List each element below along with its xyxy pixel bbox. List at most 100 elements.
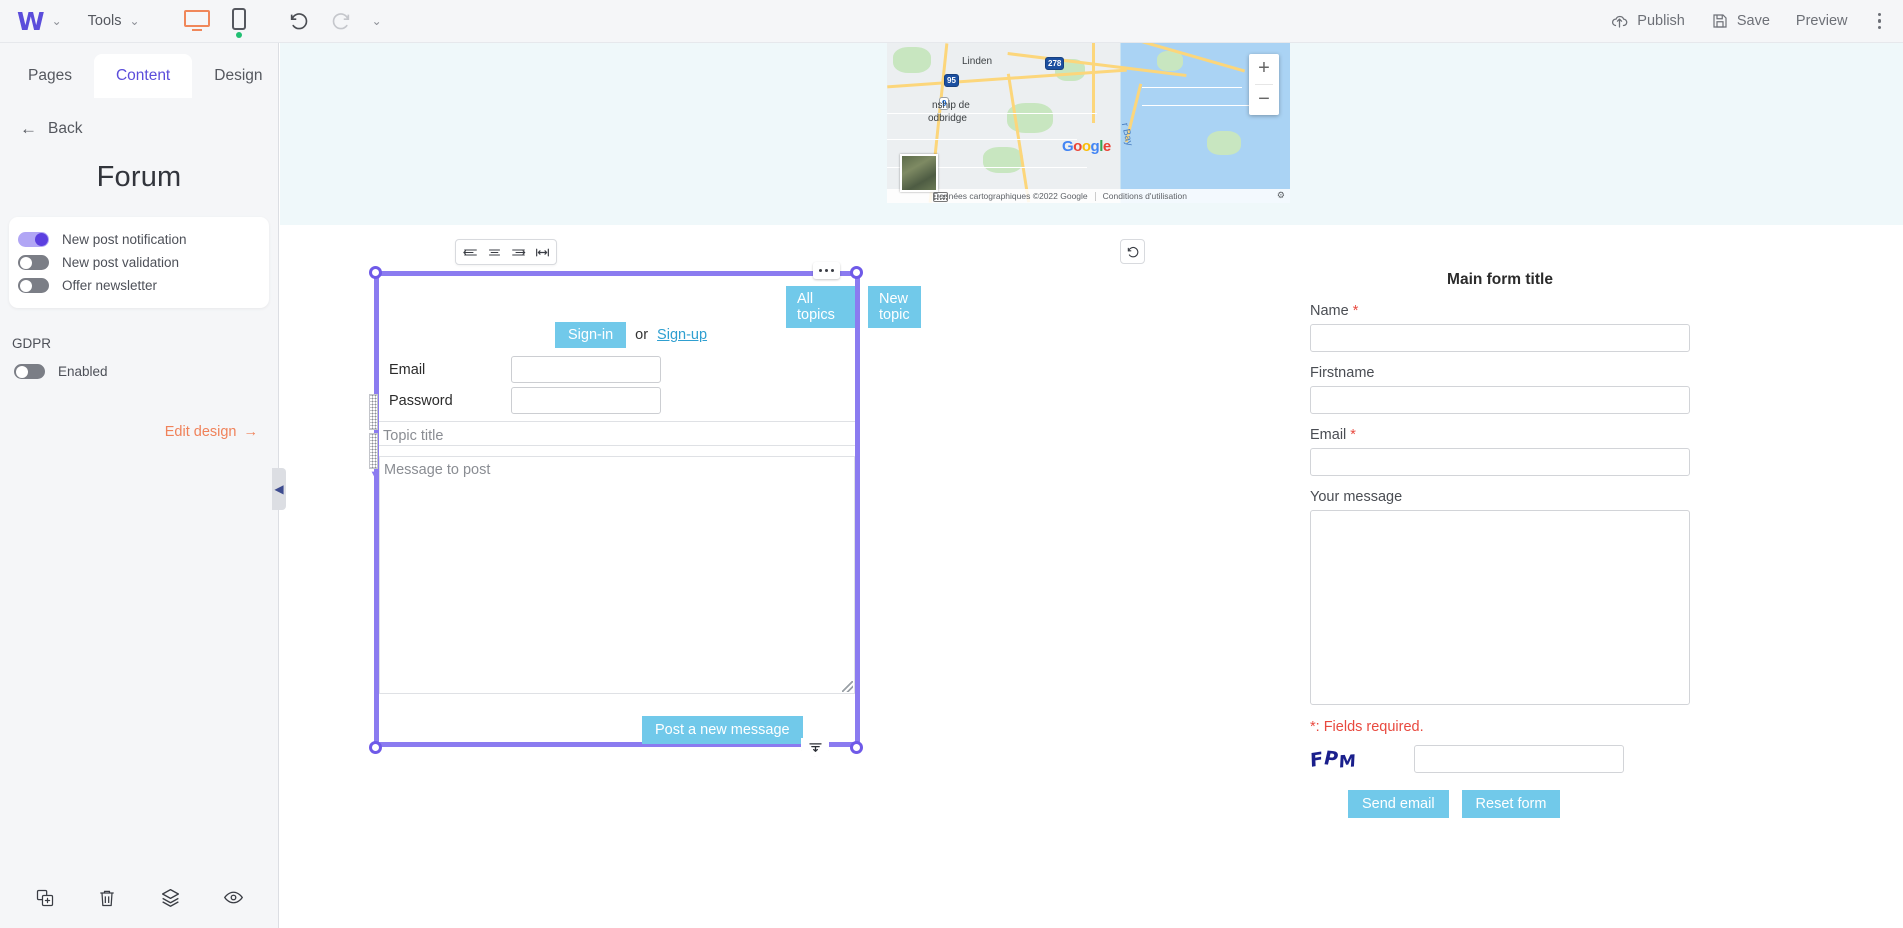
resize-handle-top-left[interactable]	[369, 266, 382, 279]
form-title: Main form title	[1447, 271, 1553, 288]
align-left-icon[interactable]	[459, 241, 481, 263]
map-zoom-in-button[interactable]: +	[1249, 54, 1279, 84]
sidebar-bottom-toolbar	[0, 872, 279, 928]
map-attribution-text: Données cartographiques ©2022 Google	[933, 191, 1088, 201]
toggle-switch[interactable]	[14, 364, 45, 379]
toggle-switch[interactable]	[18, 278, 49, 293]
map-road	[1092, 43, 1095, 123]
divider	[1094, 191, 1096, 201]
trash-icon[interactable]	[97, 888, 117, 913]
toggle-switch[interactable]	[18, 232, 49, 247]
wysiwyg-logo[interactable]: W	[17, 9, 45, 34]
toggle-switch[interactable]	[18, 255, 49, 270]
forum-settings-card: New post notification New post validatio…	[9, 217, 269, 308]
element-align-toolbar	[455, 239, 557, 265]
or-text: or	[635, 327, 649, 343]
tab-content[interactable]: Content	[93, 54, 193, 98]
toggle-label: New post validation	[62, 255, 180, 270]
map-label-linden: Linden	[962, 56, 993, 67]
map-park	[983, 147, 1023, 173]
toggle-new-post-notification[interactable]: New post notification	[9, 228, 269, 251]
captcha-input[interactable]	[1413, 745, 1624, 773]
toggle-gdpr-enabled[interactable]: Enabled	[14, 364, 278, 379]
align-right-icon[interactable]	[507, 241, 529, 263]
publish-button[interactable]: Publish	[1610, 12, 1685, 31]
form-message-textarea[interactable]	[1310, 510, 1690, 705]
duplicate-icon[interactable]	[35, 888, 55, 913]
forum-password-row: Password	[389, 387, 661, 414]
tab-pages[interactable]: Pages	[6, 54, 94, 98]
map-street	[887, 139, 1077, 140]
required-fields-note: *: Fields required.	[1310, 719, 1424, 735]
map-zoom-out-button[interactable]: −	[1249, 85, 1279, 115]
insert-below-handle[interactable]	[801, 738, 829, 757]
resize-handle-bottom-left[interactable]	[369, 741, 382, 754]
reset-rotate-button[interactable]	[1120, 239, 1145, 264]
save-button[interactable]: Save	[1711, 12, 1770, 30]
desktop-view-icon[interactable]	[183, 10, 210, 32]
mobile-view-icon[interactable]	[231, 7, 246, 38]
resize-handle-bottom-right[interactable]	[850, 741, 863, 754]
forum-password-input[interactable]	[511, 387, 661, 414]
fit-width-icon[interactable]	[531, 241, 553, 263]
insert-below-icon	[808, 743, 822, 752]
back-button[interactable]: ← Back	[20, 119, 278, 139]
logo-dropdown-caret[interactable]: ⌄	[52, 14, 62, 28]
reset-rotate-icon	[1127, 246, 1138, 257]
map-label-woodbridge: odbridge	[928, 113, 967, 124]
map-settings-gear-icon[interactable]: ⚙	[1277, 190, 1285, 201]
undo-icon[interactable]	[288, 10, 310, 32]
drag-grip-handle[interactable]	[369, 394, 378, 430]
map-park	[1207, 131, 1241, 155]
grip-caret-icon[interactable]: ▼	[369, 468, 382, 481]
eye-icon[interactable]	[223, 887, 244, 913]
reset-form-button[interactable]: Reset form	[1461, 790, 1561, 818]
cloud-upload-icon	[1612, 15, 1628, 28]
chevron-left-icon: ◀	[274, 482, 284, 496]
sidebar-collapse-handle[interactable]: ◀	[272, 468, 286, 510]
align-center-icon[interactable]	[483, 241, 505, 263]
forum-password-label: Password	[389, 392, 453, 409]
map-highway-shield-95: 95	[944, 74, 959, 87]
form-firstname-input[interactable]	[1310, 386, 1690, 414]
selected-forum-element[interactable]: All topics New topic Sign-in or Sign-up …	[374, 271, 921, 747]
chevron-down-icon: ⌄	[129, 14, 140, 28]
sign-in-button[interactable]: Sign-in	[555, 322, 627, 348]
all-topics-button[interactable]: All topics	[786, 286, 855, 328]
sidebar-tabs: Pages Content Design	[0, 43, 278, 98]
history-dropdown-icon[interactable]: ⌄	[372, 14, 382, 28]
toggle-label: Enabled	[58, 364, 108, 379]
keyboard-shortcuts-icon[interactable]	[933, 192, 948, 202]
sign-up-link[interactable]: Sign-up	[657, 327, 707, 343]
form-name-input[interactable]	[1310, 324, 1690, 352]
toggle-offer-newsletter[interactable]: Offer newsletter	[9, 274, 269, 297]
form-firstname-label: Firstname	[1310, 365, 1375, 381]
redo-icon[interactable]	[330, 10, 352, 32]
post-new-message-button[interactable]: Post a new message	[642, 716, 803, 744]
required-asterisk: *	[1352, 303, 1359, 319]
layers-icon[interactable]	[160, 887, 181, 913]
resize-handle-top-right[interactable]	[850, 266, 863, 279]
edit-design-link[interactable]: Edit design →	[165, 424, 258, 440]
tools-menu[interactable]: Tools ⌄	[88, 13, 140, 29]
toggle-new-post-validation[interactable]: New post validation	[9, 251, 269, 274]
google-map-widget[interactable]: 95 278 9 Linden nship de odbridge r Bay …	[887, 43, 1290, 203]
form-buttons-row: Send email Reset form	[1348, 790, 1690, 818]
signin-row: Sign-in or Sign-up	[555, 322, 707, 348]
element-options-button[interactable]	[813, 262, 840, 279]
new-topic-button[interactable]: New topic	[868, 286, 921, 328]
map-satellite-thumbnail[interactable]	[900, 154, 938, 192]
form-email-input[interactable]	[1310, 448, 1690, 476]
forum-email-input[interactable]	[511, 356, 661, 383]
map-label-township: nship de	[932, 100, 970, 111]
more-options-icon[interactable]	[1874, 9, 1886, 34]
map-terms-link[interactable]: Conditions d'utilisation	[1103, 191, 1187, 201]
textarea-resize-handle[interactable]	[842, 681, 853, 692]
send-email-button[interactable]: Send email	[1348, 790, 1449, 818]
drag-grip-handle[interactable]	[369, 433, 378, 469]
tab-design[interactable]: Design	[192, 54, 284, 98]
forum-message-textarea[interactable]: Message to post	[379, 456, 855, 694]
floppy-disk-icon	[1713, 14, 1727, 28]
preview-button[interactable]: Preview	[1796, 13, 1848, 29]
forum-topic-title-input[interactable]: Topic title	[379, 421, 855, 446]
